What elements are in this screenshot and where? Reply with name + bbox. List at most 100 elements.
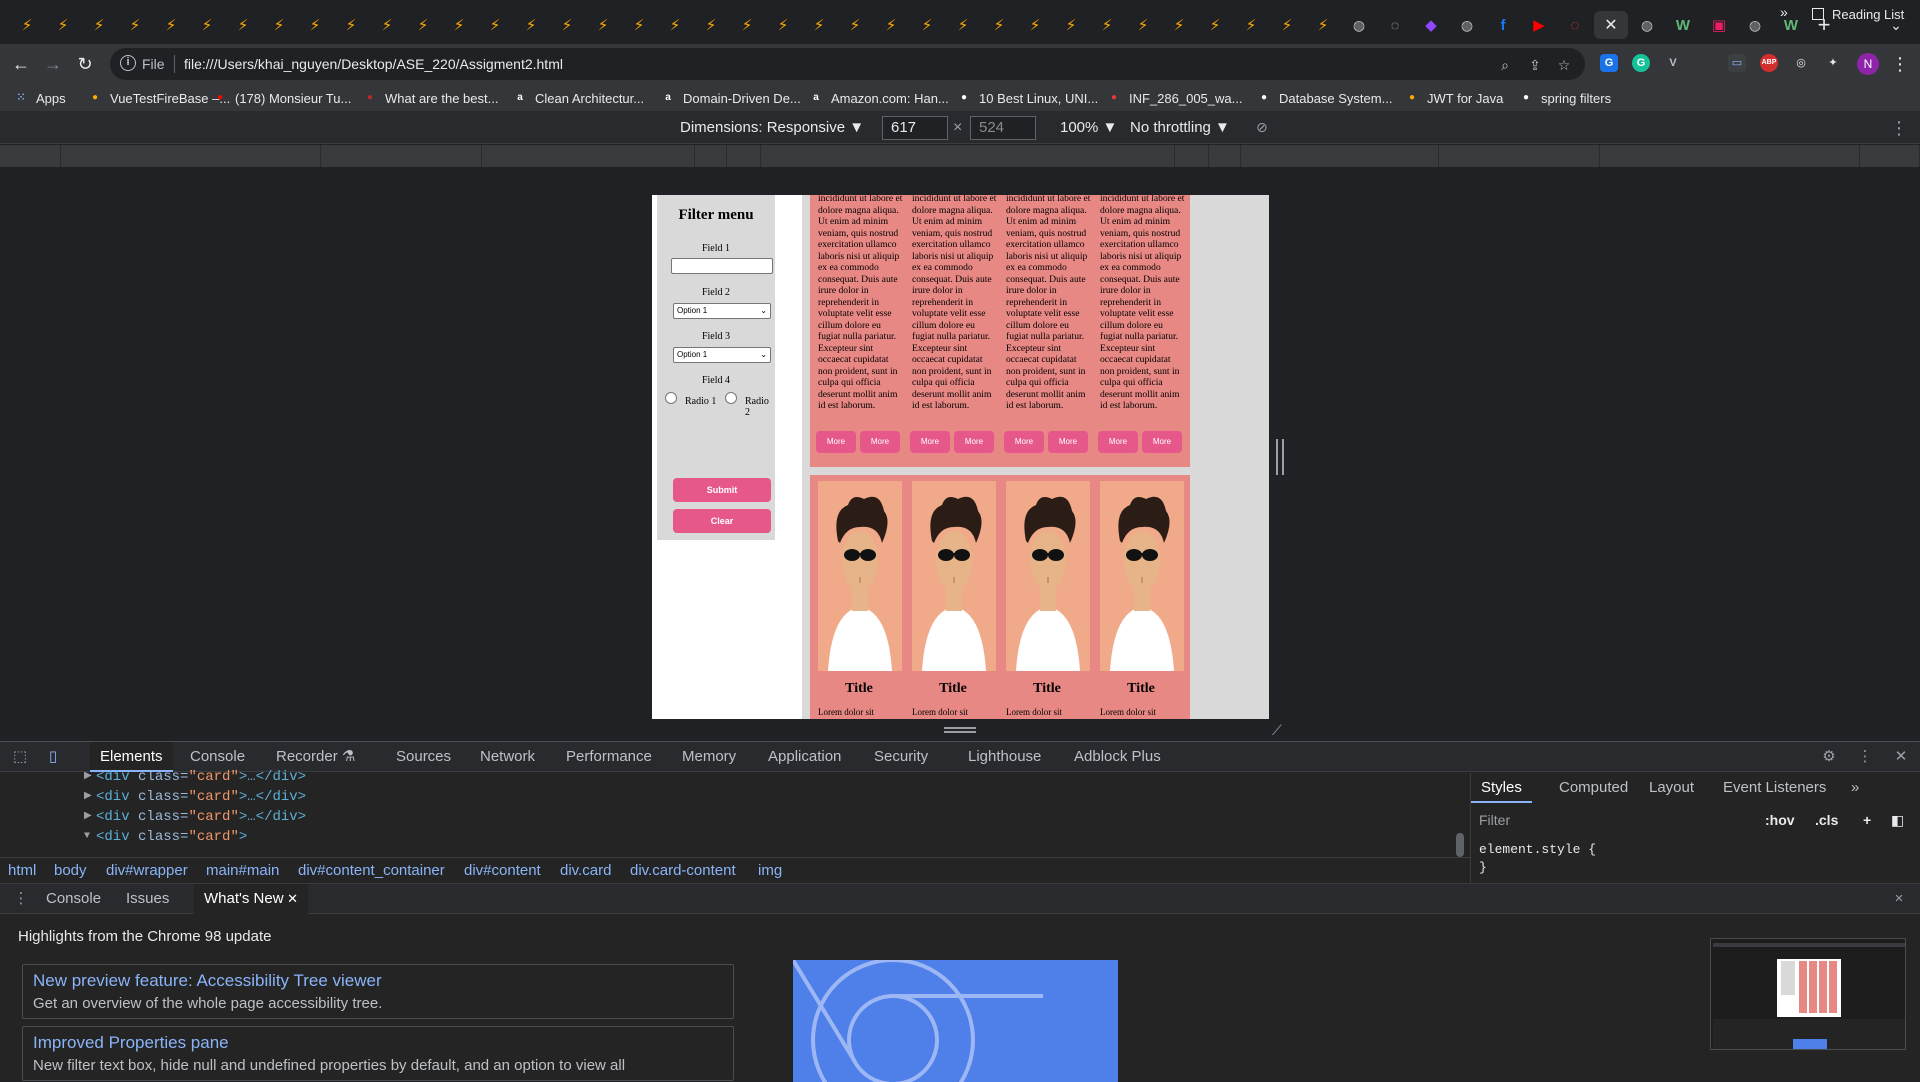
translate-extension-icon[interactable]: G bbox=[1600, 54, 1618, 72]
tab[interactable]: ⚡ bbox=[1270, 11, 1304, 39]
tab[interactable]: ⚡ bbox=[586, 11, 620, 39]
tab[interactable]: ⚡ bbox=[370, 11, 404, 39]
tab[interactable]: ⚡ bbox=[1018, 11, 1052, 39]
media-query-segment[interactable] bbox=[1175, 145, 1209, 167]
devtools-tab[interactable]: Sources bbox=[386, 742, 461, 772]
media-query-segment[interactable] bbox=[695, 145, 727, 167]
tab[interactable]: ⚡ bbox=[442, 11, 476, 39]
adblock-extension-icon[interactable]: ABP bbox=[1760, 54, 1778, 72]
devtools-more-icon[interactable]: ⋮ bbox=[1856, 748, 1874, 766]
tab[interactable]: ⚡ bbox=[262, 11, 296, 39]
puzzle-extensions-icon[interactable]: ✦ bbox=[1824, 54, 1842, 72]
devtools-tab[interactable]: Performance bbox=[556, 742, 662, 772]
media-query-segment[interactable] bbox=[61, 145, 321, 167]
breadcrumb-item[interactable]: div#wrapper bbox=[106, 862, 188, 879]
tab[interactable]: ⚡ bbox=[1234, 11, 1268, 39]
drawer-tab[interactable]: What's New ✕ bbox=[194, 884, 309, 914]
tab[interactable]: ⚡ bbox=[478, 11, 512, 39]
styles-filter-input[interactable]: Filter bbox=[1479, 809, 1739, 831]
tab[interactable]: ⚡ bbox=[1162, 11, 1196, 39]
styles-tab[interactable]: Layout bbox=[1639, 773, 1704, 803]
bookmark-item[interactable]: ● Database System... bbox=[1257, 84, 1392, 112]
screencast-extension-icon[interactable]: ▭ bbox=[1728, 54, 1746, 72]
devtools-tab[interactable]: Application bbox=[758, 742, 851, 772]
breadcrumb-item[interactable]: div#content bbox=[464, 862, 541, 879]
breadcrumb-item[interactable]: body bbox=[54, 862, 87, 879]
breadcrumb-item[interactable]: html bbox=[8, 862, 36, 879]
tab[interactable]: ⚡ bbox=[874, 11, 908, 39]
expand-triangle-icon[interactable]: ▶ bbox=[84, 787, 92, 807]
more-button[interactable]: More bbox=[860, 431, 900, 453]
devtools-tab[interactable]: Lighthouse bbox=[958, 742, 1051, 772]
breadcrumb-item[interactable]: div.card-content bbox=[630, 862, 736, 879]
tab[interactable]: ⚡ bbox=[154, 11, 188, 39]
browser-menu-icon[interactable]: ⋮ bbox=[1890, 53, 1910, 75]
close-drawer-icon[interactable]: × bbox=[1890, 890, 1908, 908]
field2-select[interactable]: Option 1 ⌄ bbox=[673, 303, 771, 319]
close-devtools-icon[interactable]: ✕ bbox=[1892, 748, 1910, 766]
bookmark-item[interactable]: ● spring filters bbox=[1519, 84, 1611, 112]
more-button[interactable]: More bbox=[954, 431, 994, 453]
more-button[interactable]: More bbox=[1098, 431, 1138, 453]
breadcrumb-item[interactable]: div#content_container bbox=[298, 862, 445, 879]
breadcrumb-item[interactable]: img bbox=[758, 862, 782, 879]
tab[interactable]: ⚡ bbox=[694, 11, 728, 39]
settings-gear-icon[interactable]: ⚙ bbox=[1820, 748, 1838, 766]
tab[interactable]: ⚡ bbox=[766, 11, 800, 39]
vue-extension-icon[interactable]: V bbox=[1664, 54, 1682, 72]
rotate-icon[interactable]: ⊘ bbox=[1256, 119, 1274, 137]
whats-new-title[interactable]: New preview feature: Accessibility Tree … bbox=[33, 971, 723, 991]
bookmark-item[interactable]: ● VueTestFireBase –... bbox=[88, 84, 230, 112]
dom-node[interactable]: ▼ <div class="card"> bbox=[84, 827, 247, 847]
media-query-segment[interactable] bbox=[761, 145, 1175, 167]
grammarly-extension-icon[interactable]: G bbox=[1632, 54, 1650, 72]
bookmark-item[interactable]: ● JWT for Java bbox=[1405, 84, 1503, 112]
tab[interactable]: ⚡ bbox=[946, 11, 980, 39]
devtools-tab[interactable]: Security bbox=[864, 742, 938, 772]
tab[interactable]: ◍ bbox=[1630, 11, 1664, 39]
tab[interactable]: ⚡ bbox=[82, 11, 116, 39]
bookmark-star-icon[interactable]: ☆ bbox=[1555, 56, 1573, 74]
zoom-dropdown[interactable]: 100% ▼ bbox=[1060, 119, 1117, 136]
media-query-segment[interactable] bbox=[1860, 145, 1920, 167]
media-query-segment[interactable] bbox=[321, 145, 482, 167]
clear-button[interactable]: Clear bbox=[673, 509, 771, 533]
tab[interactable]: ⚡ bbox=[910, 11, 944, 39]
device-toggle-icon[interactable]: ▯ bbox=[44, 748, 62, 766]
more-button[interactable]: More bbox=[1004, 431, 1044, 453]
bookmark-item[interactable]: a Amazon.com: Han... bbox=[809, 84, 949, 112]
tab[interactable]: ⚡ bbox=[514, 11, 548, 39]
radio2[interactable] bbox=[725, 392, 737, 404]
tab[interactable]: ⚡ bbox=[226, 11, 260, 39]
device-more-icon[interactable]: ⋮ bbox=[1890, 118, 1908, 139]
tab[interactable]: ⚡ bbox=[46, 11, 80, 39]
tab[interactable]: ⚡ bbox=[298, 11, 332, 39]
height-input[interactable]: 524 bbox=[970, 116, 1036, 140]
dom-node[interactable]: ▶ <div class="card">…</div> bbox=[84, 767, 306, 787]
bookmark-item[interactable]: ⁙ Apps bbox=[14, 84, 66, 112]
tab[interactable]: ⚡ bbox=[1090, 11, 1124, 39]
tab[interactable]: ◍ bbox=[1450, 11, 1484, 39]
media-query-segment[interactable] bbox=[727, 145, 761, 167]
breadcrumb-item[interactable]: div.card bbox=[560, 862, 611, 879]
reading-list-button[interactable]: Reading List bbox=[1812, 0, 1904, 28]
tab[interactable]: ⚡ bbox=[622, 11, 656, 39]
tab[interactable]: ⚡ bbox=[1054, 11, 1088, 39]
whats-new-card[interactable]: New preview feature: Accessibility Tree … bbox=[22, 964, 734, 1019]
field1-input[interactable] bbox=[671, 258, 773, 274]
bookmark-item[interactable]: ● INF_286_005_wa... bbox=[1107, 84, 1243, 112]
media-query-segment[interactable] bbox=[1439, 145, 1600, 167]
profile-avatar[interactable]: N bbox=[1857, 53, 1879, 75]
expand-triangle-icon[interactable]: ▶ bbox=[84, 807, 92, 827]
resize-width-handle[interactable] bbox=[1276, 439, 1284, 475]
tab[interactable]: f bbox=[1486, 11, 1520, 39]
bookmarks-overflow-button[interactable]: » bbox=[1780, 4, 1788, 20]
close-icon[interactable]: ✕ bbox=[1604, 15, 1617, 35]
devtools-tab[interactable]: Adblock Plus bbox=[1064, 742, 1171, 772]
width-input[interactable]: 617 bbox=[882, 116, 948, 140]
tab[interactable]: ◆ bbox=[1414, 11, 1448, 39]
chrome-extension-icon[interactable]: ◎ bbox=[1792, 54, 1810, 72]
bookmark-item[interactable]: ● What are the best... bbox=[363, 84, 498, 112]
media-query-segment[interactable] bbox=[1241, 145, 1439, 167]
devtools-tab[interactable]: Memory bbox=[672, 742, 746, 772]
